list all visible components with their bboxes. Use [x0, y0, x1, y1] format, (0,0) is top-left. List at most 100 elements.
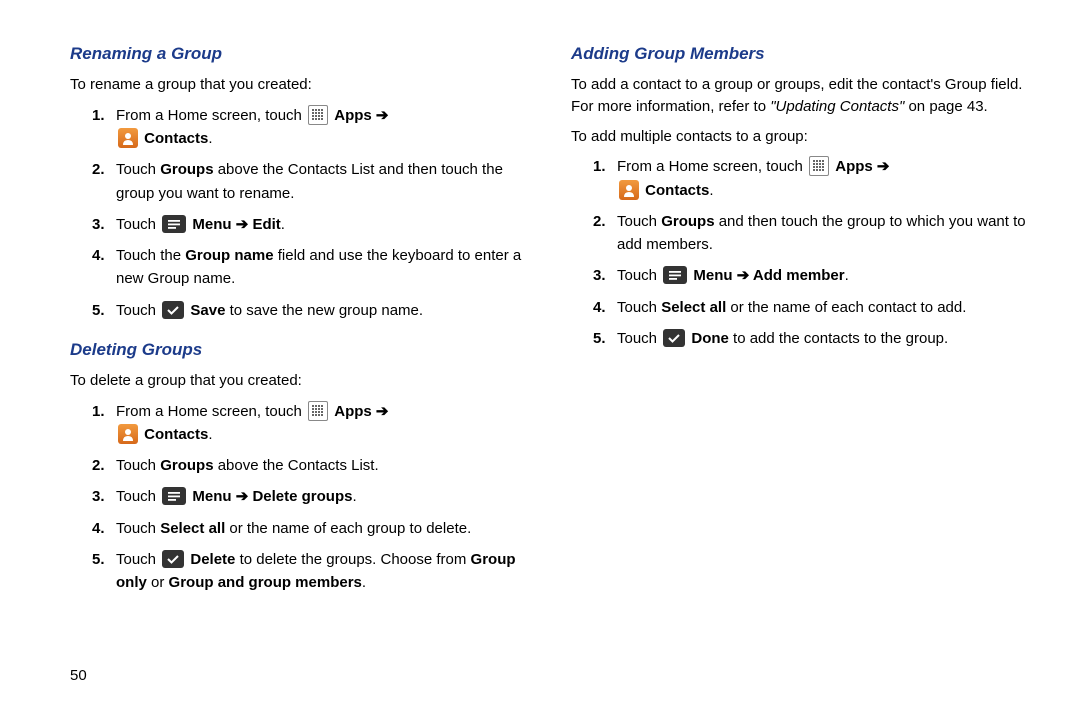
- heading-adding-members: Adding Group Members: [571, 44, 1032, 64]
- step-body: Touch Save to save the new group name.: [116, 299, 531, 322]
- arrow: ➔: [376, 403, 389, 420]
- list-item: 4. Touch the Group name field and use th…: [92, 244, 531, 291]
- text: or the name of each group to delete.: [225, 520, 471, 537]
- list-item: 2. Touch Groups above the Contacts List …: [92, 158, 531, 205]
- menu-label: Menu: [693, 267, 732, 284]
- groups-label: Groups: [661, 213, 714, 230]
- apps-label: Apps: [835, 158, 873, 175]
- menu-icon: [663, 266, 687, 284]
- contacts-label: Contacts: [645, 182, 709, 199]
- step-number: 3.: [593, 264, 617, 287]
- contacts-icon: [118, 128, 138, 148]
- select-all-label: Select all: [160, 520, 225, 537]
- check-icon: [162, 301, 184, 319]
- text: Touch: [116, 302, 160, 319]
- step-number: 2.: [92, 158, 116, 181]
- text: .: [208, 426, 212, 443]
- list-item: 5. Touch Delete to delete the groups. Ch…: [92, 548, 531, 595]
- contacts-label: Contacts: [144, 130, 208, 147]
- group-name-label: Group name: [185, 247, 273, 264]
- text: .: [709, 182, 713, 199]
- list-item: 4. Touch Select all or the name of each …: [593, 296, 1032, 319]
- arrow: ➔: [232, 488, 253, 505]
- apps-label: Apps: [334, 403, 372, 420]
- list-item: 2. Touch Groups and then touch the group…: [593, 210, 1032, 257]
- apps-grid-icon: [809, 156, 829, 176]
- list-item: 1. From a Home screen, touch Apps ➔ Cont…: [92, 104, 531, 151]
- text: From a Home screen, touch: [617, 158, 807, 175]
- step-body: Touch Delete to delete the groups. Choos…: [116, 548, 531, 595]
- text: Touch: [617, 330, 661, 347]
- check-icon: [663, 329, 685, 347]
- menu-label: Menu: [192, 488, 231, 505]
- list-item: 5. Touch Save to save the new group name…: [92, 299, 531, 322]
- select-all-label: Select all: [661, 299, 726, 316]
- list-item: 1. From a Home screen, touch Apps ➔ Cont…: [92, 400, 531, 447]
- arrow: ➔: [877, 158, 890, 175]
- save-label: Save: [190, 302, 225, 319]
- text: Touch: [116, 488, 160, 505]
- step-body: Touch Menu ➔ Delete groups.: [116, 485, 531, 508]
- group-and-members-label: Group and group members: [169, 574, 362, 591]
- text: .: [845, 267, 849, 284]
- step-number: 2.: [593, 210, 617, 233]
- step-body: Touch Done to add the contacts to the gr…: [617, 327, 1032, 350]
- groups-label: Groups: [160, 457, 213, 474]
- step-body: Touch Groups above the Contacts List.: [116, 454, 531, 477]
- text: Touch: [116, 551, 160, 568]
- step-body: From a Home screen, touch Apps ➔ Contact…: [116, 104, 531, 151]
- text: or: [147, 574, 169, 591]
- text: above the Contacts List.: [214, 457, 379, 474]
- text: .: [208, 130, 212, 147]
- step-number: 5.: [92, 299, 116, 322]
- step-body: From a Home screen, touch Apps ➔ Contact…: [116, 400, 531, 447]
- add-member-label: Add member: [753, 267, 845, 284]
- edit-label: Edit: [252, 216, 280, 233]
- cross-reference: "Updating Contacts": [770, 98, 904, 115]
- text: or the name of each contact to add.: [726, 299, 966, 316]
- contacts-icon: [619, 180, 639, 200]
- arrow: ➔: [376, 107, 389, 124]
- done-label: Done: [691, 330, 729, 347]
- list-item: 2. Touch Groups above the Contacts List.: [92, 454, 531, 477]
- step-number: 4.: [92, 244, 116, 267]
- list-item: 5. Touch Done to add the contacts to the…: [593, 327, 1032, 350]
- text: Touch: [116, 457, 160, 474]
- text: Touch: [617, 299, 661, 316]
- contacts-icon: [118, 424, 138, 444]
- step-body: Touch the Group name field and use the k…: [116, 244, 531, 291]
- heading-deleting-groups: Deleting Groups: [70, 340, 531, 360]
- step-number: 1.: [593, 155, 617, 178]
- page-number: 50: [70, 667, 87, 684]
- step-number: 4.: [593, 296, 617, 319]
- check-icon: [162, 550, 184, 568]
- step-body: From a Home screen, touch Apps ➔ Contact…: [617, 155, 1032, 202]
- step-number: 4.: [92, 517, 116, 540]
- text: Touch: [617, 267, 661, 284]
- menu-label: Menu: [192, 216, 231, 233]
- intro-adding-2: To add multiple contacts to a group:: [571, 126, 1032, 148]
- text: Touch: [116, 161, 160, 178]
- list-deleting: 1. From a Home screen, touch Apps ➔ Cont…: [70, 400, 531, 595]
- arrow: ➔: [733, 267, 753, 284]
- delete-groups-label: Delete groups: [252, 488, 352, 505]
- list-adding: 1. From a Home screen, touch Apps ➔ Cont…: [571, 155, 1032, 350]
- menu-icon: [162, 487, 186, 505]
- left-column: Renaming a Group To rename a group that …: [70, 40, 531, 602]
- step-body: Touch Select all or the name of each con…: [617, 296, 1032, 319]
- text: Touch: [116, 520, 160, 537]
- arrow: ➔: [232, 216, 253, 233]
- step-number: 1.: [92, 104, 116, 127]
- text: Touch: [617, 213, 661, 230]
- right-column: Adding Group Members To add a contact to…: [571, 40, 1032, 602]
- list-item: 3. Touch Menu ➔ Edit.: [92, 213, 531, 236]
- step-number: 5.: [92, 548, 116, 571]
- step-body: Touch Groups and then touch the group to…: [617, 210, 1032, 257]
- step-number: 1.: [92, 400, 116, 423]
- step-number: 5.: [593, 327, 617, 350]
- text: .: [362, 574, 366, 591]
- text: .: [281, 216, 285, 233]
- list-item: 4. Touch Select all or the name of each …: [92, 517, 531, 540]
- intro-adding: To add a contact to a group or groups, e…: [571, 74, 1032, 118]
- text: From a Home screen, touch: [116, 107, 306, 124]
